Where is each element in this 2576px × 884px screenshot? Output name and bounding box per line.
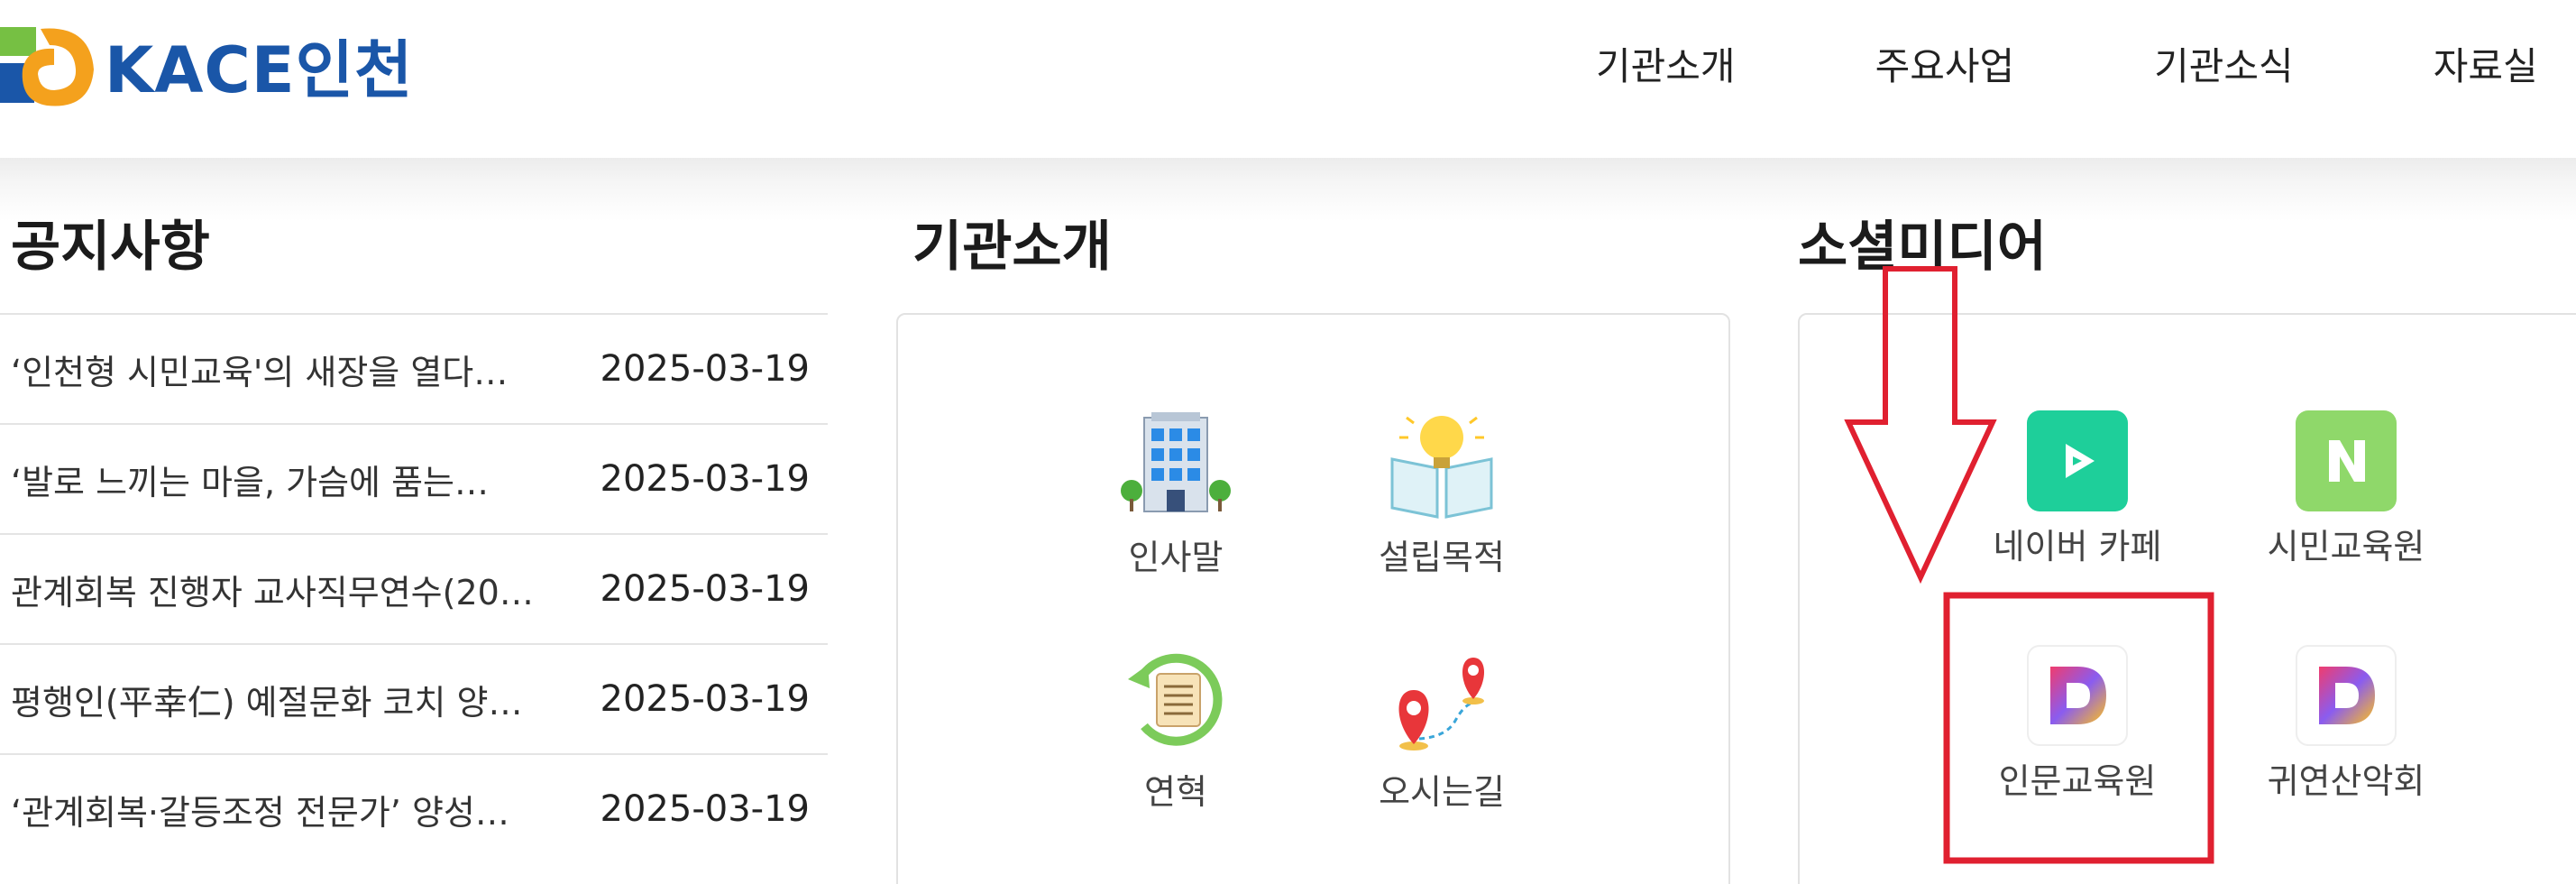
annotation-highlight-box [1943, 592, 2214, 864]
annotation-arrow-icon [1844, 266, 1997, 585]
annotation-overlay [1844, 266, 2214, 864]
